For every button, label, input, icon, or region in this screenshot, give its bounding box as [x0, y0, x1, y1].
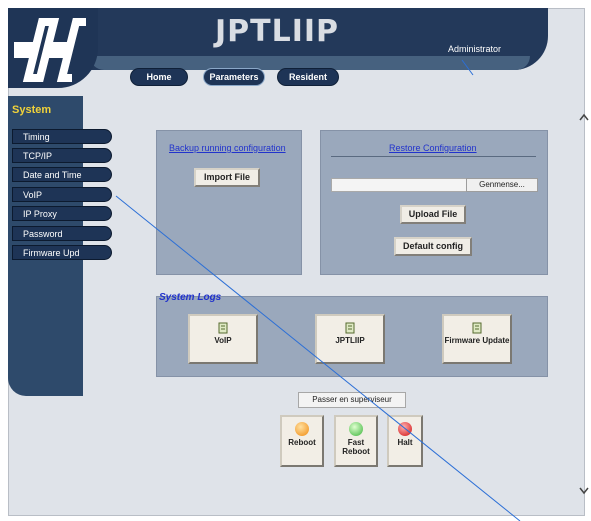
annotation-line-admin: [461, 59, 474, 76]
annotation-lines: [115, 59, 521, 521]
annotation-line-voip: [115, 195, 521, 521]
